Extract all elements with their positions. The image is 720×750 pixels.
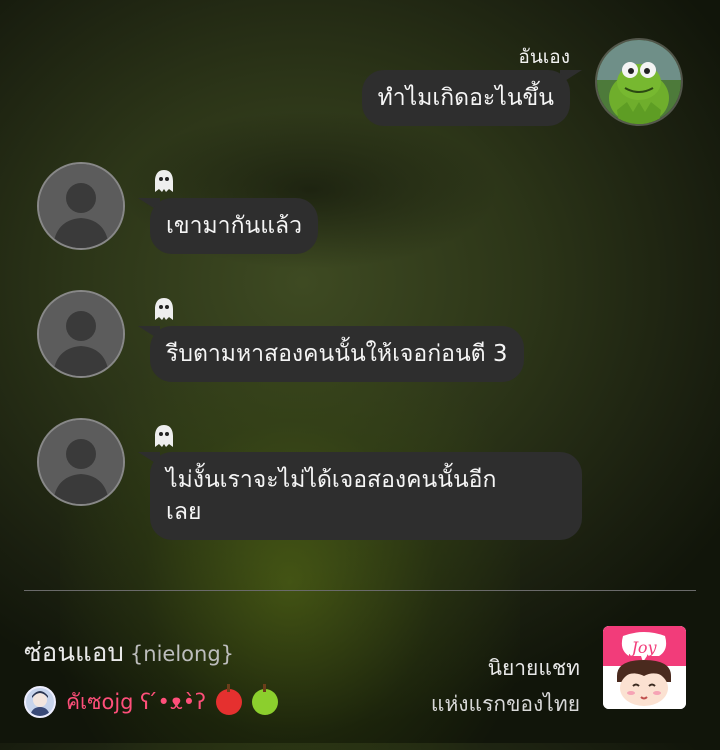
joy-logo-image: Joy	[603, 626, 686, 709]
message-bubble-self[interactable]: ทำไมเกิดอะไนขึ้น	[361, 70, 570, 126]
message-bubble[interactable]: เขามากันแล้ว	[150, 198, 319, 254]
anonymous-avatar[interactable]	[37, 418, 125, 506]
writer-avatar	[24, 686, 56, 718]
writer-name: คัเซojg ʕ ́•ᴥ•̀ʔ	[66, 689, 206, 714]
svg-text:Joy: Joy	[628, 638, 657, 657]
anonymous-avatar[interactable]	[37, 290, 125, 378]
writer-info[interactable]: คัเซojg ʕ ́•ᴥ•̀ʔ	[24, 684, 278, 720]
red-apple-icon	[215, 684, 242, 715]
story-author: {nielong}	[129, 642, 235, 666]
person-silhouette-icon	[39, 164, 123, 248]
anonymous-avatar[interactable]	[37, 162, 125, 250]
person-silhouette-icon	[39, 420, 123, 504]
self-avatar[interactable]	[595, 38, 683, 126]
tagline-line1: นิยายแชท	[487, 656, 580, 680]
story-title-text: ซ่อนแอบ	[24, 638, 124, 668]
green-apple-icon	[251, 684, 278, 715]
message-bubble[interactable]: ไม่งั้นเราจะไม่ได้เจอสองคนนั้นอีก เลย	[150, 452, 582, 540]
sender-name: อันเอง	[518, 46, 570, 68]
person-silhouette-icon	[39, 292, 123, 376]
joy-logo[interactable]: Joy	[603, 626, 686, 709]
tagline-line2: แห่งแรกของไทย	[430, 692, 580, 716]
ghost-icon	[151, 168, 177, 194]
story-title[interactable]: ซ่อนแอบ {nielong}	[24, 632, 234, 673]
kermit-avatar-image	[597, 40, 681, 124]
ghost-icon	[151, 423, 177, 449]
message-text-line: ไม่งั้นเราจะไม่ได้เจอสองคนนั้นอีก	[166, 467, 497, 493]
message-bubble[interactable]: รีบตามหาสองคนนั้นให้เจอก่อนตี 3	[150, 326, 524, 382]
ghost-icon	[151, 296, 177, 322]
message-text-line: เลย	[166, 499, 202, 525]
divider	[24, 590, 696, 591]
